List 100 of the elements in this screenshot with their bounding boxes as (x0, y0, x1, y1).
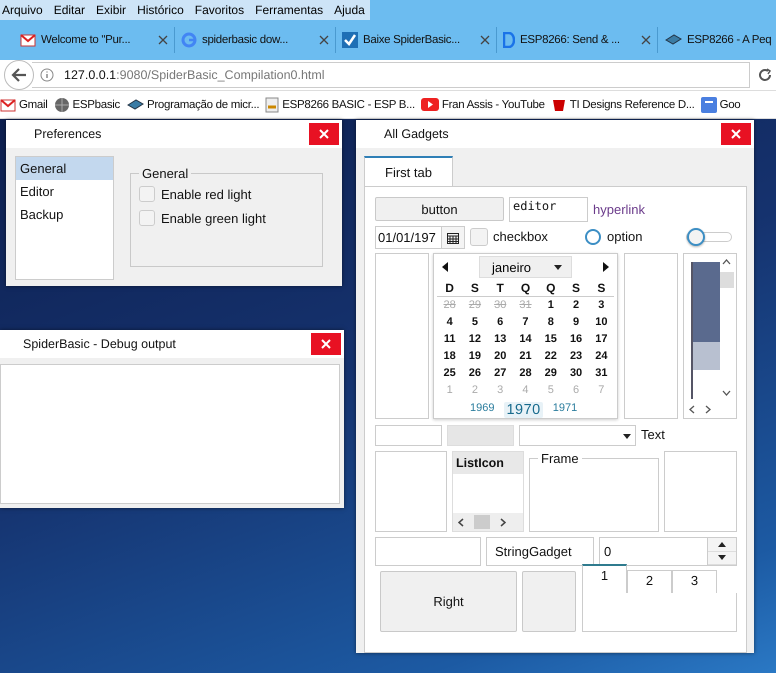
year-link[interactable]: 1971 (552, 402, 578, 418)
tab[interactable]: First tab (364, 156, 453, 188)
calendar-day[interactable]: 19 (462, 348, 488, 365)
bookmark[interactable]: TI Designs Reference D... (550, 96, 695, 112)
bookmark-title: Gmail (19, 98, 48, 110)
menu-item[interactable]: Histórico (137, 3, 184, 17)
calendar-day[interactable]: 25 (437, 365, 462, 382)
close-button[interactable] (721, 123, 751, 145)
bookmark[interactable]: ESPbasic (54, 96, 120, 112)
browser-tab[interactable]: spiderbasic dow... (175, 27, 336, 53)
bookmark[interactable]: Programação de micr... (126, 98, 260, 110)
calendar-day[interactable]: 17 (588, 331, 614, 348)
browser-tab[interactable]: ESP8266: Send & ... (497, 27, 658, 53)
calendar-day[interactable]: 27 (488, 365, 513, 382)
year-link[interactable]: 1970 (504, 402, 543, 418)
browser-tab[interactable]: Welcome to "Pur... (14, 27, 175, 53)
chip-icon (664, 34, 682, 46)
weekday-label: S (563, 280, 589, 297)
url-text: 127.0.0.1:9080/SpiderBasic_Compilation0.html (64, 68, 325, 82)
browser-tab[interactable]: ESP8266 - A Peq (658, 27, 776, 53)
calendar-day[interactable]: 16 (563, 331, 589, 348)
calendar-day[interactable]: 11 (437, 331, 462, 348)
bookmark[interactable]: Goo (700, 96, 740, 112)
next-arrow-icon (603, 262, 609, 272)
column-header[interactable]: ListIcon (453, 452, 523, 474)
tab[interactable]: 2 (627, 570, 672, 593)
month-dropdown[interactable]: janeiro (479, 256, 572, 278)
menu-item[interactable]: Ferramentas (255, 3, 324, 17)
scroll-thumb[interactable] (474, 515, 490, 529)
calendar-day[interactable]: 14 (512, 331, 538, 348)
tab[interactable]: 3 (672, 570, 717, 593)
year-link[interactable]: 1969 (470, 402, 494, 418)
checkbox[interactable] (139, 210, 155, 226)
bookmark[interactable]: ESP8266 BASIC - ESP B... (265, 96, 415, 112)
calendar-day[interactable]: 12 (462, 331, 488, 348)
sidebar-item[interactable]: Editor (16, 180, 113, 203)
calendar-day[interactable]: 21 (512, 348, 538, 365)
calendar-day[interactable]: 13 (488, 331, 513, 348)
window-title: Preferences (34, 127, 102, 141)
menu-item[interactable]: Editar (54, 3, 86, 17)
calendar-day[interactable]: 9 (563, 314, 589, 331)
slider-thumb[interactable] (687, 228, 705, 246)
calendar-day[interactable]: 23 (563, 348, 589, 365)
text-field[interactable] (375, 537, 481, 566)
checkbox-label: Enable red light (161, 186, 252, 202)
sidebar-item[interactable]: General (16, 157, 113, 180)
calendar-day[interactable]: 22 (538, 348, 564, 365)
calendar-day[interactable]: 3 (588, 297, 614, 314)
letter-d-icon (503, 32, 515, 48)
calendar-day[interactable]: 31 (588, 365, 614, 382)
calendar-day[interactable]: 6 (488, 314, 513, 331)
video-play-icon (420, 98, 439, 111)
back-button[interactable] (4, 60, 34, 90)
menu-item[interactable]: Arquivo (2, 3, 43, 17)
calendar-day[interactable]: 5 (462, 314, 488, 331)
browser-tab[interactable]: Baixe SpiderBasic... (336, 27, 497, 53)
calendar-day[interactable]: 10 (588, 314, 614, 331)
push-button[interactable]: button (375, 197, 504, 221)
menu-item[interactable]: Exibir (96, 3, 126, 17)
weekday-label: S (462, 280, 488, 297)
string-field[interactable]: StringGadget (486, 537, 594, 566)
hyperlink[interactable]: hyperlink (593, 202, 646, 217)
menu-item[interactable]: Ajuda (334, 3, 365, 17)
close-button[interactable] (309, 123, 339, 145)
vertical-scrollbar[interactable] (720, 272, 734, 288)
calendar-day[interactable]: 18 (437, 348, 462, 365)
editor-field[interactable]: editor (509, 197, 588, 222)
checkbox[interactable] (139, 186, 155, 202)
calendar-day[interactable]: 20 (488, 348, 513, 365)
calendar-day[interactable]: 29 (538, 365, 564, 382)
radio-button[interactable] (585, 229, 601, 245)
close-icon (641, 35, 651, 45)
dropdown-arrow-icon (623, 434, 631, 439)
tab[interactable]: 1 (582, 564, 627, 593)
bookmark[interactable]: Gmail (0, 98, 48, 112)
group-title: General (139, 166, 192, 181)
close-button[interactable] (311, 333, 341, 355)
checkbox[interactable] (470, 228, 488, 246)
calendar-day[interactable]: 26 (462, 365, 488, 382)
calendar-day[interactable]: 24 (588, 348, 614, 365)
tab-title: ESP8266 - A Peq (687, 34, 772, 46)
address-field[interactable]: 127.0.0.1:9080/SpiderBasic_Compilation0.html (32, 62, 750, 88)
text-field[interactable] (375, 425, 442, 446)
calendar-day[interactable]: 8 (538, 314, 564, 331)
globe-icon (54, 96, 70, 112)
calendar-day[interactable]: 15 (538, 331, 564, 348)
close-icon (319, 35, 329, 45)
calendar-day[interactable]: 30 (563, 365, 589, 382)
sidebar-item[interactable]: Backup (16, 203, 113, 226)
push-button[interactable]: Right (380, 571, 517, 632)
calendar-day[interactable]: 4 (437, 314, 462, 331)
menu-item[interactable]: Favoritos (194, 3, 244, 17)
calendar-day[interactable]: 1 (538, 297, 564, 314)
close-icon (731, 129, 741, 139)
calendar-day[interactable]: 28 (512, 365, 538, 382)
bookmark[interactable]: Fran Assis - YouTube (420, 98, 545, 111)
info-icon (40, 68, 54, 82)
horizontal-scrollbar[interactable] (453, 513, 523, 531)
calendar-day[interactable]: 7 (512, 314, 538, 331)
calendar-day[interactable]: 2 (563, 297, 589, 314)
